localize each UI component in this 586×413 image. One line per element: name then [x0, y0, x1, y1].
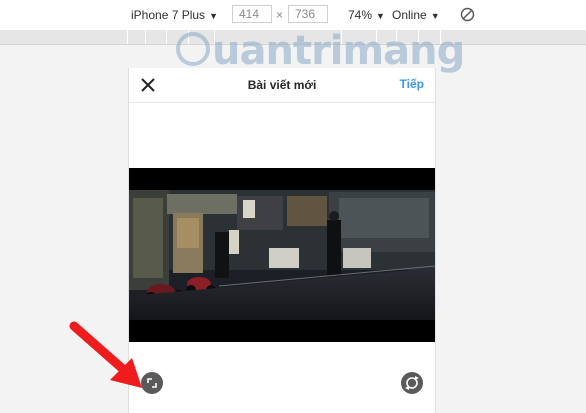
- street-photo: [129, 168, 435, 342]
- chevron-down-icon: ▼: [209, 11, 218, 21]
- network-value: Online: [392, 8, 427, 22]
- chevron-down-icon: ▼: [430, 11, 440, 21]
- rotate-button[interactable]: [401, 372, 423, 394]
- photo-preview[interactable]: [129, 168, 435, 342]
- page-title: Bài viết mới: [247, 78, 317, 92]
- rotate-icon: [405, 376, 419, 390]
- network-select[interactable]: Online ▼: [392, 8, 440, 23]
- rotate-disabled-icon[interactable]: [460, 7, 475, 22]
- dimension-separator: ×: [276, 8, 284, 22]
- next-button[interactable]: Tiếp: [400, 77, 424, 91]
- app-header: Bài viết mới Tiếp: [129, 68, 435, 103]
- height-input[interactable]: 736: [288, 5, 328, 23]
- device-select[interactable]: iPhone 7 Plus ▼: [131, 8, 218, 23]
- expand-button[interactable]: [141, 372, 163, 394]
- zoom-value: 74%: [348, 8, 373, 22]
- zoom-select[interactable]: 74% ▼: [348, 8, 385, 23]
- phone-viewport: Bài viết mới Tiếp: [128, 68, 436, 413]
- device-toolbar: iPhone 7 Plus ▼ 414 × 736 74% ▼ Online ▼: [0, 0, 586, 31]
- chevron-down-icon: ▼: [376, 11, 385, 21]
- expand-icon: [147, 378, 157, 388]
- logo-icon: [176, 32, 210, 66]
- device-name: iPhone 7 Plus: [131, 8, 206, 22]
- width-input[interactable]: 414: [232, 5, 272, 23]
